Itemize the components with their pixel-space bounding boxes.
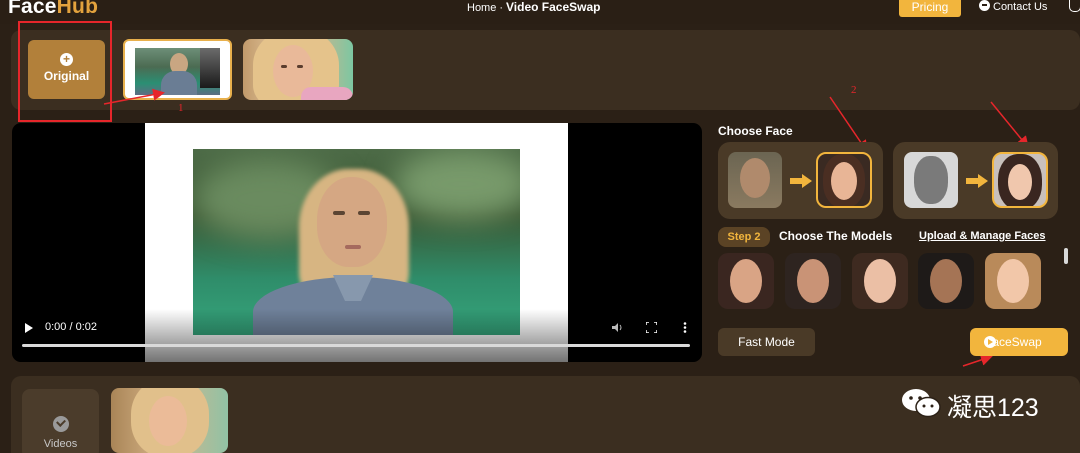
play-circle-icon [984, 336, 996, 348]
model-face-4[interactable] [918, 253, 974, 309]
person-eye [358, 211, 370, 215]
source-face-2[interactable] [904, 152, 958, 208]
faceswap-button[interactable]: FaceSwap [970, 328, 1068, 356]
annotation-number-1: 1 [178, 102, 184, 114]
source-face-1[interactable] [728, 152, 782, 208]
volume-icon[interactable] [612, 322, 624, 333]
face-shape [930, 259, 962, 303]
video-progress-bar[interactable] [22, 344, 690, 347]
play-icon[interactable] [25, 323, 33, 333]
model-face-2[interactable] [785, 253, 841, 309]
time-display: 0:00 / 0:02 [45, 321, 97, 333]
fast-mode-button[interactable]: Fast Mode [718, 328, 815, 356]
face-shape [1008, 164, 1032, 200]
model-face-1[interactable] [718, 253, 774, 309]
player-controls-bar [12, 309, 702, 362]
target-face-2[interactable] [992, 152, 1048, 208]
model-face-5[interactable] [985, 253, 1041, 309]
check-circle-icon [52, 416, 69, 432]
step-2-badge: Step 2 [718, 227, 770, 247]
annotation-arrow-2b [990, 101, 1029, 149]
face-shape [797, 259, 829, 303]
thumbnail-face [149, 396, 187, 446]
wechat-icon [902, 389, 941, 418]
result-thumbnail[interactable] [111, 388, 228, 453]
watermark-text: 凝思123 [947, 394, 1039, 422]
person-eye [333, 211, 345, 215]
model-face-3[interactable] [852, 253, 908, 309]
annotation-arrow-3 [962, 354, 993, 367]
fullscreen-icon[interactable] [646, 322, 657, 333]
videos-label: Videos [43, 438, 78, 450]
more-options-icon[interactable] [683, 322, 687, 333]
swap-arrow-icon [790, 174, 812, 188]
face-shape [997, 259, 1029, 303]
annotation-number-2: 2 [851, 84, 857, 96]
upload-manage-faces-link[interactable]: Upload & Manage Faces [919, 230, 1046, 242]
face-shape [864, 259, 896, 303]
annotation-arrow-1 [103, 88, 165, 105]
video-frame [193, 149, 520, 335]
choose-face-title: Choose Face [718, 124, 793, 138]
videos-tab[interactable]: Videos [22, 389, 99, 453]
choose-models-title: Choose The Models [779, 229, 893, 243]
background-foliage [393, 149, 520, 219]
video-player[interactable]: 0:00 / 0:02 [12, 123, 702, 362]
models-scrollbar[interactable] [1064, 248, 1068, 264]
swap-arrow-icon [966, 174, 988, 188]
person-face [317, 177, 387, 267]
face-shape [740, 158, 770, 198]
statue-face-shape [914, 156, 948, 204]
person-mouth [345, 245, 361, 249]
target-face-1[interactable] [816, 152, 872, 208]
face-shape [730, 259, 762, 303]
face-shape [831, 162, 857, 200]
